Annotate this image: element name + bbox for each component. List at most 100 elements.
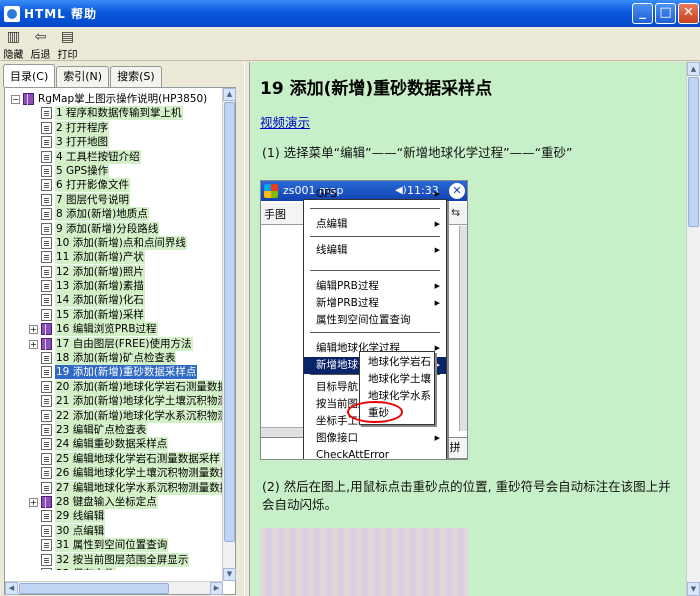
pda-menu-item: 新增PRB过程 ▶ (304, 295, 446, 312)
windows-flag-icon (264, 184, 278, 198)
tree-item-label: 17 自由图层(FREE)使用方法 (55, 336, 193, 351)
tree-item[interactable]: 25 编辑地球化学岩石测量数据采样 (9, 451, 227, 466)
page-icon (41, 150, 52, 163)
tree-item[interactable]: 9 添加(新增)分段路线 (9, 221, 227, 236)
tree-item-label: 26 编辑地球化学土壤沉积物测量数据 (55, 466, 227, 481)
pda-menu-separator (310, 332, 440, 333)
tree-item-label: 31 属性到空间位置查询 (55, 538, 169, 553)
submenu-arrow-icon: ▶ (434, 434, 440, 442)
pda-menu-item: 点编辑 ▶ (304, 216, 446, 233)
tree-item[interactable]: 12 添加(新增)照片 (9, 264, 227, 279)
minimize-button[interactable]: _ (632, 3, 653, 24)
tree-item[interactable]: 13 添加(新增)素描 (9, 279, 227, 294)
tree-item[interactable]: 18 添加(新增)矿点检查表 (9, 351, 227, 366)
scroll-right-icon[interactable]: ▶ (210, 582, 223, 595)
tree-scroll-thumb[interactable] (224, 102, 235, 542)
tree-item[interactable]: 33 保存文件 (9, 566, 227, 570)
page-icon (41, 251, 52, 264)
pda-menu-item: 属性到空间位置查询 (304, 312, 446, 329)
tree-item[interactable]: 7 图层代号说明 (9, 192, 227, 207)
tree-item[interactable]: 8 添加(新增)地质点 (9, 207, 227, 222)
video-demo-link[interactable]: 视频演示 (260, 112, 310, 131)
tree-item[interactable]: 3 打开地图 (9, 135, 227, 150)
help-app-icon (4, 5, 20, 22)
highlight-circle (347, 401, 403, 423)
tree-item[interactable]: 23 编辑矿点检查表 (9, 422, 227, 437)
tree-item[interactable]: +16 编辑浏览PRB过程 (9, 322, 227, 337)
tree-item[interactable]: 29 线编辑 (9, 509, 227, 524)
topic-content: 19 添加(新增)重砂数据采样点 视频演示 (1) 选择菜单“编辑”——“新增地… (250, 62, 686, 596)
tree-item[interactable]: 5 GPS操作 (9, 163, 227, 178)
tree-item[interactable]: 4 工具栏按钮介绍 (9, 149, 227, 164)
pda-menu-item-label: 目标导航 (316, 381, 358, 393)
tree-item[interactable]: +28 键盘输入坐标定点 (9, 494, 227, 509)
tree-item[interactable]: 30 点编辑 (9, 523, 227, 538)
submenu-arrow-icon: ▶ (434, 246, 440, 254)
tree-item[interactable]: 15 添加(新增)采样 (9, 307, 227, 322)
tree-item-label: 12 添加(新增)照片 (55, 264, 145, 279)
tree-item-label: 11 添加(新增)产状 (55, 250, 145, 265)
tree-item[interactable]: 27 编辑地球化学水系沉积物测量数据 (9, 480, 227, 495)
tree-item-label: 33 保存文件 (55, 566, 116, 570)
scroll-up-icon[interactable]: ▲ (223, 88, 236, 101)
scroll-left-icon[interactable]: ◀ (5, 582, 18, 595)
pda-menu-item-label: 线编辑 (316, 244, 348, 256)
tree-item-label: 21 添加(新增)地球化学土壤沉积物测量 (55, 394, 227, 409)
expand-icon[interactable]: + (29, 339, 38, 349)
pda-submenu-item: 地球化学土壤 (368, 373, 431, 385)
pda-close-icon: ✕ (449, 183, 465, 199)
tree-item[interactable]: − RgMap掌上图示操作说明(HP3850) (9, 92, 227, 106)
content-scroll-up-icon[interactable]: ▲ (687, 62, 700, 76)
tree-hscroll-thumb[interactable] (19, 583, 169, 594)
tree-item-label: 32 按当前图层范围全屏显示 (55, 552, 190, 567)
tree-horizontal-scrollbar[interactable]: ◀ ▶ (5, 581, 223, 595)
content-vertical-scrollbar[interactable]: ▲ ▼ (686, 62, 700, 596)
tree-item[interactable]: 24 编辑重砂数据采样点 (9, 437, 227, 452)
tree-item[interactable]: 26 编辑地球化学土壤沉积物测量数据 (9, 466, 227, 481)
content-scroll-down-icon[interactable]: ▼ (687, 582, 700, 596)
page-icon (41, 438, 52, 451)
tree-item-label: 5 GPS操作 (55, 163, 110, 178)
tree-item[interactable]: 21 添加(新增)地球化学土壤沉积物测量 (9, 394, 227, 409)
tree-vertical-scrollbar[interactable]: ▲ ▼ (222, 88, 236, 581)
tree-item-label: 9 添加(新增)分段路线 (55, 221, 160, 236)
tree-item[interactable]: 6 打开影像文件 (9, 178, 227, 193)
tree-item[interactable]: 2 打开程序 (9, 120, 227, 135)
pda-menu-item: GPS ▶ (304, 186, 446, 203)
back-button[interactable]: ⇦ 后退 (27, 27, 54, 61)
page-icon (41, 121, 52, 134)
scroll-down-icon[interactable]: ▼ (223, 568, 236, 581)
tree-item[interactable]: 31 属性到空间位置查询 (9, 538, 227, 553)
pda-submenu-item: 地球化学岩石 (368, 356, 431, 368)
tree-item[interactable]: 1 程序和数据传输到掌上机 (9, 106, 227, 121)
tree-item[interactable]: 20 添加(新增)地球化学岩石测量数据 (9, 379, 227, 394)
tree-item[interactable]: +17 自由图层(FREE)使用方法 (9, 336, 227, 351)
tree-item-label: 25 编辑地球化学岩石测量数据采样 (55, 451, 221, 466)
tree-item[interactable]: 19 添加(新增)重砂数据采样点 (9, 365, 227, 380)
tab-search[interactable]: 搜索(S) (110, 66, 162, 87)
pda-menu-item-label: 图像接口 (316, 432, 358, 444)
page-icon (41, 524, 52, 537)
close-button[interactable]: ✕ (678, 3, 699, 24)
content-scroll-thumb[interactable] (688, 77, 699, 227)
tree-item[interactable]: 10 添加(新增)点和点间界线 (9, 235, 227, 250)
print-button[interactable]: ▤ 打印 (54, 27, 81, 61)
hide-button[interactable]: ▥ 隐藏 (0, 27, 27, 61)
page-icon (41, 539, 52, 552)
tree-item[interactable]: 11 添加(新增)产状 (9, 250, 227, 265)
tree-item-label: 14 添加(新增)化石 (55, 293, 145, 308)
collapse-icon[interactable]: − (11, 95, 20, 104)
tree-item-label: 28 键盘输入坐标定点 (55, 494, 158, 509)
expand-icon[interactable]: + (29, 325, 38, 335)
tab-index[interactable]: 索引(N) (56, 66, 110, 87)
maximize-button[interactable]: □ (655, 3, 676, 24)
expand-icon[interactable]: + (29, 497, 38, 507)
tree-item[interactable]: 32 按当前图层范围全屏显示 (9, 552, 227, 567)
submenu-arrow-icon: ▶ (434, 361, 440, 369)
pda-menu-item: 图像接口 ▶ (304, 430, 446, 447)
tree-item[interactable]: 22 添加(新增)地球化学水系沉积物测量 (9, 408, 227, 423)
tree-item-label: 24 编辑重砂数据采样点 (55, 437, 169, 452)
page-icon (41, 294, 52, 307)
tab-contents[interactable]: 目录(C) (3, 64, 56, 87)
tree-item[interactable]: 14 添加(新增)化石 (9, 293, 227, 308)
